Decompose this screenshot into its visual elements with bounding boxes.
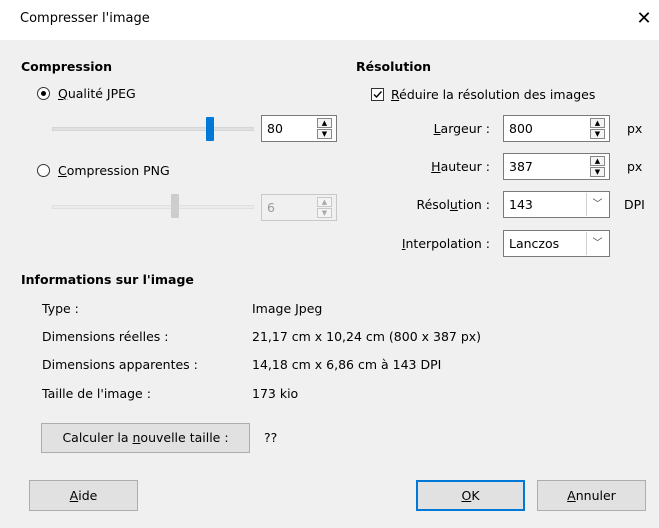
info-type-label: Type : bbox=[42, 301, 79, 316]
dpi-chevron-down-icon[interactable]: ﹀ bbox=[586, 193, 608, 216]
info-real-dimensions-value: 21,17 cm x 10,24 cm (800 x 387 px) bbox=[252, 329, 482, 344]
calculate-new-size-button[interactable]: Calculer la nouvelle taille : bbox=[41, 423, 250, 453]
dpi-label: Résolution : bbox=[416, 197, 490, 212]
ok-button[interactable]: OK bbox=[416, 480, 525, 511]
height-value[interactable]: 387 bbox=[509, 159, 533, 174]
width-spinbox[interactable]: 800 ▲ ▼ bbox=[503, 115, 610, 142]
jpeg-quality-label[interactable]: Qualité JPEG bbox=[58, 86, 136, 101]
height-label: Hauteur : bbox=[431, 159, 490, 174]
dpi-unit: DPI bbox=[624, 197, 645, 212]
interpolation-combobox[interactable]: Lanczos ﹀ bbox=[503, 230, 610, 257]
jpeg-quality-decrement-icon[interactable]: ▼ bbox=[317, 129, 332, 139]
width-unit: px bbox=[627, 121, 643, 136]
interpolation-value[interactable]: Lanczos bbox=[509, 236, 559, 251]
jpeg-quality-slider-track[interactable] bbox=[52, 127, 254, 131]
height-increment-icon[interactable]: ▲ bbox=[590, 156, 605, 166]
height-decrement-icon[interactable]: ▼ bbox=[590, 167, 605, 177]
info-real-dimensions-label: Dimensions réelles : bbox=[42, 329, 169, 344]
cancel-button[interactable]: Annuler bbox=[537, 480, 646, 511]
jpeg-quality-spinbox[interactable]: 80 ▲ ▼ bbox=[261, 115, 337, 142]
info-image-size-value: 173 kio bbox=[252, 386, 299, 401]
info-image-size-label: Taille de l'image : bbox=[42, 386, 151, 401]
png-compression-increment-icon: ▲ bbox=[317, 197, 332, 207]
dpi-value[interactable]: 143 bbox=[509, 197, 533, 212]
checkmark-icon bbox=[373, 91, 383, 99]
width-value[interactable]: 800 bbox=[509, 121, 533, 136]
jpeg-quality-increment-icon[interactable]: ▲ bbox=[317, 118, 332, 128]
close-icon[interactable]: ✕ bbox=[632, 6, 656, 32]
height-spinbox[interactable]: 387 ▲ ▼ bbox=[503, 153, 610, 180]
png-compression-slider-thumb bbox=[171, 194, 179, 218]
image-info-heading: Informations sur l'image bbox=[21, 272, 194, 287]
window-title: Compresser l'image bbox=[20, 11, 150, 26]
interpolation-label: Interpolation : bbox=[401, 236, 490, 251]
jpeg-quality-value[interactable]: 80 bbox=[267, 121, 283, 136]
png-compression-slider-track bbox=[52, 205, 254, 209]
png-compression-value: 6 bbox=[267, 200, 275, 215]
width-decrement-icon[interactable]: ▼ bbox=[590, 129, 605, 139]
dpi-combobox[interactable]: 143 ﹀ bbox=[503, 191, 610, 218]
width-label: Largeur : bbox=[433, 121, 490, 136]
reduce-resolution-label[interactable]: Réduire la résolution des images bbox=[391, 87, 595, 102]
reduce-resolution-checkbox[interactable] bbox=[371, 88, 384, 101]
resolution-heading: Résolution bbox=[356, 59, 432, 74]
info-apparent-dimensions-value: 14,18 cm x 6,86 cm à 143 DPI bbox=[252, 357, 442, 372]
png-compression-radio[interactable] bbox=[37, 164, 50, 177]
interpolation-chevron-down-icon[interactable]: ﹀ bbox=[586, 232, 608, 255]
help-button[interactable]: Aide bbox=[29, 480, 138, 511]
png-compression-decrement-icon: ▼ bbox=[317, 208, 332, 218]
png-compression-label[interactable]: Compression PNG bbox=[58, 163, 170, 178]
height-unit: px bbox=[627, 159, 643, 174]
info-apparent-dimensions-label: Dimensions apparentes : bbox=[42, 357, 198, 372]
info-type-value: Image Jpeg bbox=[252, 301, 323, 316]
width-increment-icon[interactable]: ▲ bbox=[590, 118, 605, 128]
jpeg-quality-slider-thumb[interactable] bbox=[206, 117, 214, 141]
compression-heading: Compression bbox=[21, 59, 113, 74]
png-compression-spinbox: 6 ▲ ▼ bbox=[261, 194, 337, 221]
jpeg-quality-radio[interactable] bbox=[37, 87, 50, 100]
new-size-value: ?? bbox=[264, 430, 278, 445]
